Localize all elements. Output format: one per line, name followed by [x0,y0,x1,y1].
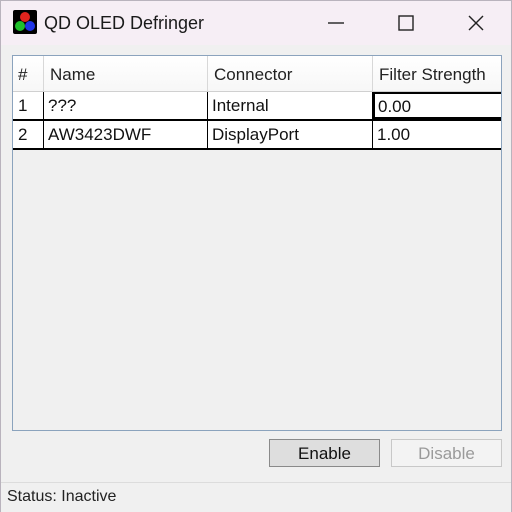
green-dot [15,21,25,31]
name-cell[interactable]: AW3423DWF [44,121,208,148]
app-icon [13,10,37,34]
maximize-button[interactable] [371,1,441,45]
title-bar[interactable]: QD OLED Defringer [1,1,511,45]
table-header: # Name Connector Filter Strength [13,56,501,92]
row-index: 1 [13,92,44,119]
table-row[interactable]: 2 AW3423DWF DisplayPort 1.00 [13,121,501,150]
minimize-icon [328,22,344,24]
filter-strength-input[interactable]: 0.00 [373,92,501,119]
table-row[interactable]: 1 ??? Internal 0.00 [13,92,501,121]
close-icon [468,15,484,31]
column-header-connector[interactable]: Connector [208,56,373,92]
column-header-name[interactable]: Name [44,56,208,92]
enable-button[interactable]: Enable [269,439,380,467]
display-table[interactable]: # Name Connector Filter Strength 1 ??? I… [12,55,502,431]
name-cell[interactable]: ??? [44,92,208,119]
window-title: QD OLED Defringer [44,13,205,33]
close-button[interactable] [441,1,511,45]
status-bar: Status: Inactive [1,482,511,512]
connector-cell[interactable]: Internal [208,92,373,119]
disable-button[interactable]: Disable [391,439,502,467]
column-header-filter-strength[interactable]: Filter Strength [373,56,501,92]
maximize-icon [398,15,414,31]
app-window: QD OLED Defringer # Name Connector Filte… [0,0,512,512]
status-text: Status: Inactive [7,488,117,505]
row-index: 2 [13,121,44,148]
connector-cell[interactable]: DisplayPort [208,121,373,148]
filter-strength-cell[interactable]: 1.00 [373,121,501,148]
column-header-index[interactable]: # [13,56,44,92]
minimize-button[interactable] [301,1,371,45]
blue-dot [25,21,35,31]
